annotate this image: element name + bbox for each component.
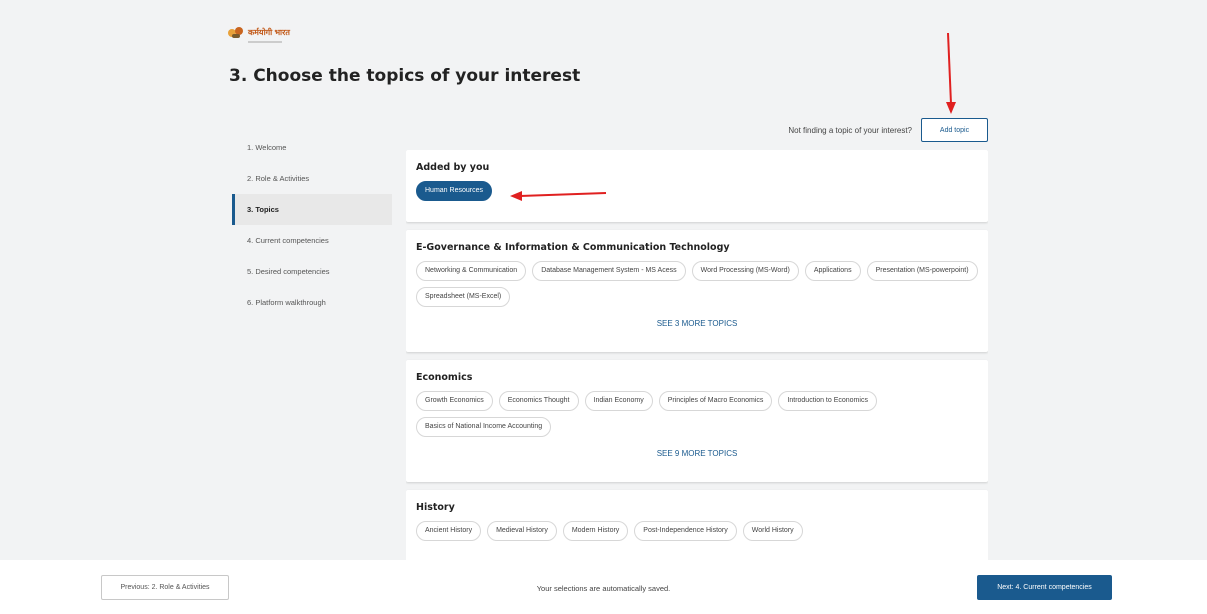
topic-chip[interactable]: Applications	[804, 261, 861, 281]
card-title: Economics	[416, 372, 473, 383]
topic-chip[interactable]: Indian Economy	[584, 391, 653, 411]
topic-chip[interactable]: Introduction to Economics	[778, 391, 877, 411]
step-current-competencies[interactable]: 4. Current competencies	[232, 225, 392, 256]
next-button[interactable]: Next: 4. Current competencies	[977, 575, 1112, 600]
topic-chip-human-resources[interactable]: Human Resources	[416, 181, 492, 201]
card-title: E-Governance & Information & Communicati…	[416, 242, 730, 253]
step-welcome[interactable]: 1. Welcome	[232, 132, 392, 163]
topic-chip[interactable]: Networking & Communication	[416, 261, 527, 281]
card-economics: Economics Growth Economics Economics Tho…	[406, 360, 988, 482]
page-title: 3. Choose the topics of your interest	[229, 66, 581, 86]
topic-chip[interactable]: Economics Thought	[498, 391, 579, 411]
topic-chip[interactable]: Basics of National Income Accounting	[416, 417, 552, 437]
topic-chip[interactable]: Ancient History	[416, 521, 482, 541]
topic-chip[interactable]: Post-Independence History	[634, 521, 737, 541]
step-topics[interactable]: 3. Topics	[232, 194, 392, 225]
topic-chip[interactable]: Presentation (MS-powerpoint)	[866, 261, 978, 281]
topic-chip[interactable]: Principles of Macro Economics	[658, 391, 773, 411]
card-title: History	[416, 502, 455, 513]
step-desired-competencies[interactable]: 5. Desired competencies	[232, 256, 392, 287]
card-history: History Ancient History Medieval History…	[406, 490, 988, 560]
see-more-link[interactable]: SEE 9 MORE TOPICS	[416, 449, 978, 458]
footer-bar: Previous: 2. Role & Activities Your sele…	[0, 560, 1207, 614]
card-title: Added by you	[416, 162, 490, 173]
add-topic-button[interactable]: Add topic	[921, 118, 988, 142]
logo-text: कर्मयोगी भारत	[248, 28, 290, 37]
topic-chip[interactable]: Modern History	[562, 521, 629, 541]
topic-chip[interactable]: Medieval History	[487, 521, 557, 541]
topic-chip[interactable]: Word Processing (MS-Word)	[691, 261, 799, 281]
step-role-activities[interactable]: 2. Role & Activities	[232, 163, 392, 194]
topic-chip[interactable]: Growth Economics	[416, 391, 493, 411]
topics-list[interactable]: Added by you Human Resources E-Governanc…	[406, 150, 988, 560]
add-topic-hint: Not finding a topic of your interest?	[788, 125, 912, 135]
logo-icon	[228, 26, 244, 39]
topic-chip[interactable]: World History	[742, 521, 803, 541]
see-more-link[interactable]: SEE 3 MORE TOPICS	[416, 319, 978, 328]
topic-chip[interactable]: Database Management System - MS Acess	[532, 261, 686, 281]
add-topic-row: Not finding a topic of your interest? Ad…	[788, 118, 988, 142]
logo-tagline-mark	[248, 41, 282, 43]
steps-nav: 1. Welcome 2. Role & Activities 3. Topic…	[232, 132, 392, 318]
card-egovernance: E-Governance & Information & Communicati…	[406, 230, 988, 352]
step-platform-walkthrough[interactable]: 6. Platform walkthrough	[232, 287, 392, 318]
topic-chip[interactable]: Spreadsheet (MS-Excel)	[416, 287, 511, 307]
app-logo: कर्मयोगी भारत	[228, 22, 290, 43]
arrow-down-annotation-icon	[946, 32, 956, 114]
card-added-by-you: Added by you Human Resources	[406, 150, 988, 222]
